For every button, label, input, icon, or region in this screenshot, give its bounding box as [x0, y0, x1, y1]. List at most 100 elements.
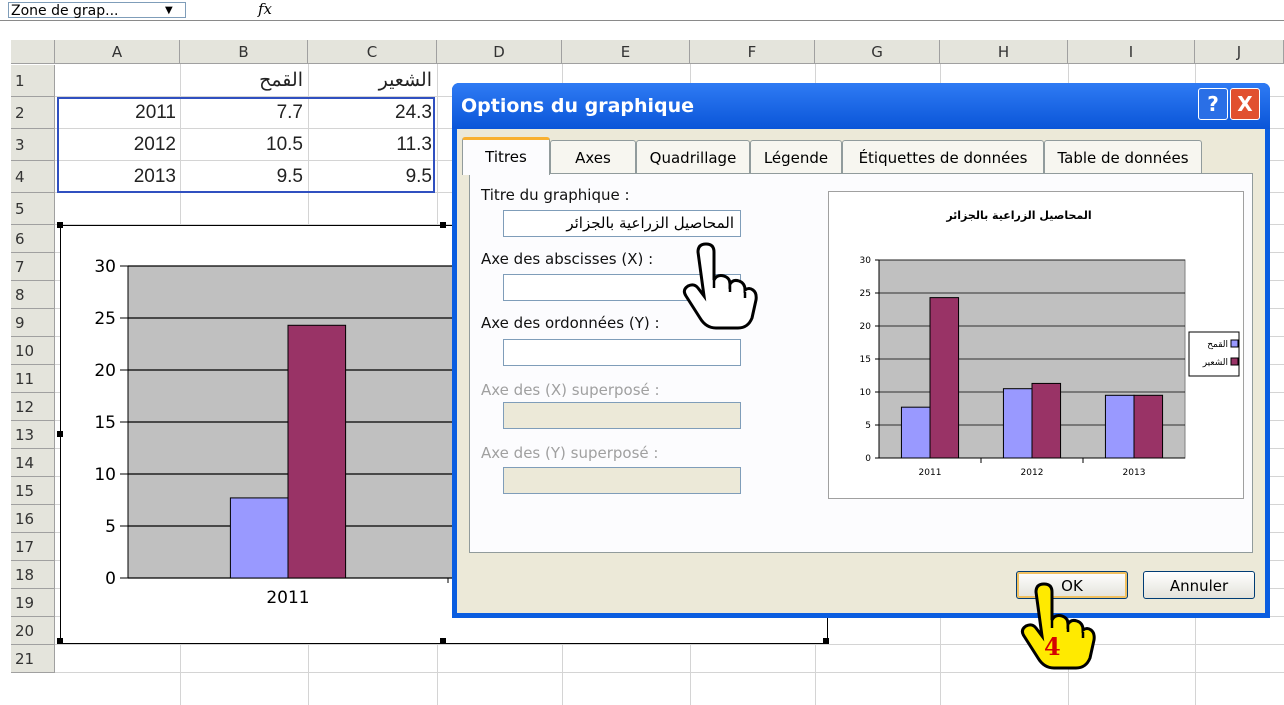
- cancel-button[interactable]: Annuler: [1143, 571, 1255, 599]
- y-tick-label: 30: [860, 256, 872, 266]
- x-tick-label: 2013: [1123, 468, 1146, 478]
- y-tick-label: 25: [860, 289, 871, 299]
- titre-input[interactable]: المحاصيل الزراعية بالجزائر: [503, 210, 741, 237]
- bar: [1133, 394, 1164, 459]
- bar: [287, 324, 347, 579]
- y-tick-label: 25: [94, 309, 116, 329]
- y-tick-label: 10: [94, 465, 116, 485]
- help-button[interactable]: ?: [1198, 88, 1228, 120]
- row-header[interactable]: 1: [11, 65, 55, 97]
- row-header[interactable]: 11: [11, 365, 55, 393]
- row-header[interactable]: 12: [11, 393, 55, 421]
- column-header[interactable]: C: [308, 40, 437, 64]
- y2-axis-label: Axe des (Y) superposé :: [481, 444, 659, 462]
- legend-swatch: [1230, 339, 1239, 348]
- column-header[interactable]: G: [815, 40, 940, 64]
- row-header[interactable]: 13: [11, 421, 55, 449]
- x-tick-label: 2011: [266, 588, 309, 608]
- row-header[interactable]: 8: [11, 281, 55, 309]
- row-header[interactable]: 19: [11, 589, 55, 617]
- bar: [1104, 394, 1135, 459]
- legend-label: الشعير: [1202, 358, 1228, 368]
- legend-swatch: [1230, 357, 1239, 366]
- resize-handle[interactable]: [440, 638, 446, 644]
- y-axis-label: Axe des ordonnées (Y) :: [481, 314, 660, 332]
- x-axis-label: Axe des abscisses (X) :: [481, 250, 654, 268]
- step-badge: 4: [1044, 632, 1061, 661]
- cell-b1[interactable]: القمح: [185, 65, 303, 97]
- y-tick-label: 0: [865, 454, 871, 464]
- row-header[interactable]: 18: [11, 561, 55, 589]
- formula-bar: [0, 0, 1284, 21]
- tab-quadrillage[interactable]: Quadrillage: [636, 140, 750, 173]
- row-header[interactable]: 2: [11, 97, 55, 129]
- y-tick-label: 10: [860, 388, 872, 398]
- y-tick-label: 15: [860, 355, 871, 365]
- bar: [229, 497, 289, 579]
- row-header[interactable]: 3: [11, 129, 55, 161]
- x2-axis-label: Axe des (X) superposé :: [481, 381, 660, 399]
- y-tick-label: 20: [94, 361, 116, 381]
- select-all-corner[interactable]: [11, 40, 55, 64]
- cell-c1[interactable]: الشعير: [312, 65, 432, 97]
- row-header[interactable]: 17: [11, 533, 55, 561]
- bar: [1002, 388, 1033, 459]
- resize-handle[interactable]: [57, 222, 63, 228]
- x-tick-label: 2011: [919, 468, 942, 478]
- row-header[interactable]: 16: [11, 505, 55, 533]
- row-header[interactable]: 4: [11, 161, 55, 193]
- row-header[interactable]: 9: [11, 309, 55, 337]
- column-header[interactable]: I: [1068, 40, 1195, 64]
- row-header[interactable]: 5: [11, 193, 55, 225]
- column-header[interactable]: A: [55, 40, 180, 64]
- chevron-down-icon[interactable]: ▼: [165, 5, 173, 16]
- preview-chart-title: المحاصيل الزراعية بالجزائر: [945, 209, 1091, 222]
- x2-axis-input: [503, 402, 741, 429]
- row-header[interactable]: 6: [11, 225, 55, 253]
- row-header[interactable]: 15: [11, 477, 55, 505]
- y-tick-label: 5: [105, 517, 116, 537]
- titre-label: Titre du graphique :: [481, 186, 630, 204]
- y-axis-input[interactable]: [503, 339, 741, 366]
- y-tick-label: 20: [860, 322, 872, 332]
- fx-icon[interactable]: fx: [258, 0, 272, 18]
- pointer-hand-icon: [1020, 582, 1096, 670]
- resize-handle[interactable]: [57, 638, 63, 644]
- legend-label: القمح: [1207, 340, 1228, 350]
- resize-handle[interactable]: [57, 431, 63, 437]
- column-header[interactable]: J: [1195, 40, 1284, 64]
- tab-titres[interactable]: Titres: [462, 137, 550, 175]
- y-tick-label: 15: [94, 413, 116, 433]
- tab-table-donnees[interactable]: Table de données: [1044, 140, 1202, 173]
- close-button[interactable]: X: [1230, 88, 1260, 120]
- y-tick-label: 5: [865, 421, 871, 431]
- x-tick-label: 2012: [1021, 468, 1044, 478]
- y2-axis-input: [503, 467, 741, 494]
- row-header[interactable]: 10: [11, 337, 55, 365]
- bar: [900, 406, 931, 459]
- bar: [1031, 382, 1062, 459]
- column-header[interactable]: H: [940, 40, 1068, 64]
- column-header[interactable]: D: [437, 40, 562, 64]
- row-header[interactable]: 20: [11, 617, 55, 645]
- column-header[interactable]: E: [562, 40, 690, 64]
- y-tick-label: 0: [105, 569, 116, 589]
- preview-chart-svg: المحاصيل الزراعية بالجزائر 0 5 10 15 20 25 30 20…: [860, 209, 1240, 478]
- resize-handle[interactable]: [440, 222, 446, 228]
- row-header[interactable]: 14: [11, 449, 55, 477]
- tab-axes[interactable]: Axes: [550, 140, 636, 173]
- column-header[interactable]: F: [690, 40, 815, 64]
- column-header[interactable]: B: [180, 40, 308, 64]
- chart-preview: المحاصيل الزراعية بالجزائر 0 5 10 15 20 25 30 20…: [828, 191, 1244, 499]
- row-header[interactable]: 7: [11, 253, 55, 281]
- row-header[interactable]: 21: [11, 645, 55, 673]
- resize-handle[interactable]: [823, 638, 829, 644]
- y-tick-label: 30: [94, 257, 116, 277]
- tab-etiquettes[interactable]: Étiquettes de données: [842, 140, 1044, 173]
- data-range-selection: [57, 97, 435, 193]
- tab-legende[interactable]: Légende: [750, 140, 842, 173]
- bar: [929, 297, 960, 459]
- pointer-hand-icon: [682, 242, 758, 330]
- name-box[interactable]: Zone de grap...: [8, 2, 186, 19]
- dialog-title: Options du graphique: [461, 95, 695, 117]
